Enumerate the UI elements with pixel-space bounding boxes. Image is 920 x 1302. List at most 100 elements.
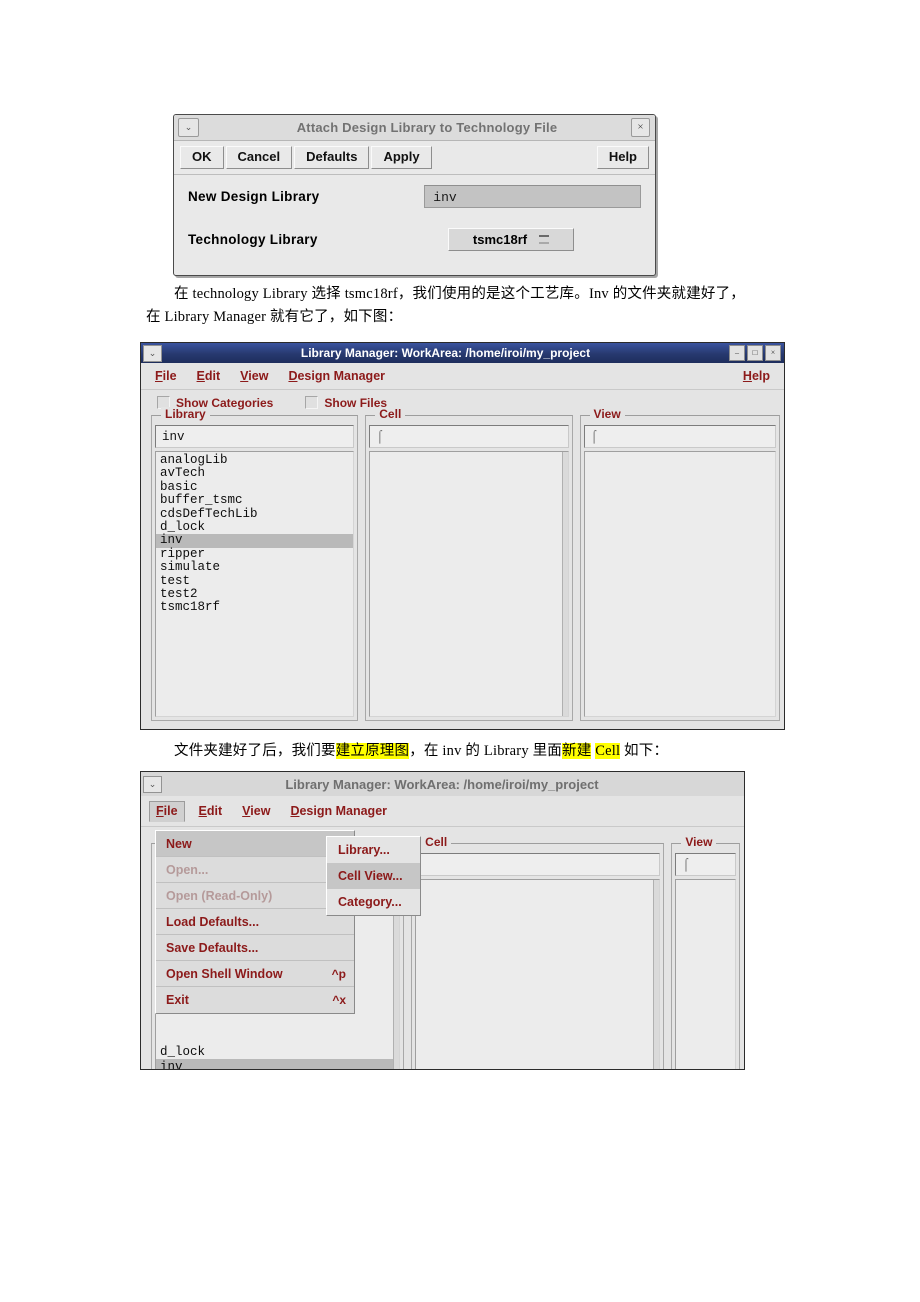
- p2-text-1: 文件夹建好了后，我们要: [174, 743, 336, 759]
- new-submenu[interactable]: Library... Cell View... Category...: [326, 836, 421, 916]
- menu-item-open-shell-window[interactable]: Open Shell Window ^p: [156, 961, 354, 987]
- cell-list[interactable]: [369, 451, 569, 717]
- close-icon[interactable]: ×: [765, 345, 781, 361]
- window-menu-icon[interactable]: ⌄: [143, 775, 162, 793]
- p2-text-2: ，在 inv 的 Library 里面: [409, 743, 563, 759]
- submenu-item-cell-view[interactable]: Cell View...: [327, 863, 420, 889]
- cell-pane-2: Cell: [411, 835, 665, 1069]
- chevron-down-icon: [539, 235, 550, 244]
- cell-list-2-scrollbar[interactable]: [653, 880, 660, 1069]
- list-item[interactable]: analogLib: [156, 453, 353, 467]
- menu-view[interactable]: View: [242, 804, 270, 818]
- view-pane: View ⌠: [579, 407, 781, 721]
- file-menu-dropdown[interactable]: New Open... ^o Open (Read-Only) ^y Load …: [155, 830, 355, 1014]
- menu-item-exit[interactable]: Exit ^x: [156, 987, 354, 1013]
- text-caret-icon: ⌠: [590, 429, 598, 444]
- dialog-title: Attach Design Library to Technology File: [296, 120, 558, 135]
- view-filter-input-2[interactable]: ⌠: [675, 853, 736, 876]
- window-controls: – □ ×: [729, 345, 781, 361]
- menu-item-open-label: Open...: [166, 862, 209, 877]
- menu-item-open[interactable]: Open... ^o: [156, 857, 354, 883]
- help-button[interactable]: Help: [596, 145, 649, 170]
- submenu-item-category[interactable]: Category...: [327, 889, 420, 915]
- menu-design-manager[interactable]: Design Manager: [288, 369, 385, 383]
- dialog-button-bar: OK Cancel Defaults Apply Help: [174, 141, 655, 175]
- menubar-2: File Edit View Design Manager: [141, 796, 744, 827]
- library-manager-titlebar: ⌄ Library Manager: WorkArea: /home/iroi/…: [141, 343, 784, 363]
- list-item[interactable]: d_lock: [156, 520, 353, 534]
- technology-library-row: Technology Library tsmc18rf: [174, 218, 655, 261]
- attach-design-library-dialog: ⌄ Attach Design Library to Technology Fi…: [173, 114, 656, 276]
- cell-filter-input-2[interactable]: [415, 853, 661, 876]
- menu-help[interactable]: Help: [743, 369, 770, 383]
- view-list-2[interactable]: [675, 879, 736, 1069]
- library-manager-window-2: ⌄ Library Manager: WorkArea: /home/iroi/…: [140, 771, 745, 1070]
- menu-item-open-read-only[interactable]: Open (Read-Only) ^y: [156, 883, 354, 909]
- menu-item-save-defaults-label: Save Defaults...: [166, 940, 259, 955]
- window-menu-icon[interactable]: ⌄: [143, 344, 162, 362]
- close-icon[interactable]: ×: [631, 118, 650, 137]
- p2-highlight-2: 新建: [562, 743, 592, 759]
- menu-design-manager[interactable]: Design Manager: [290, 804, 387, 818]
- list-item[interactable]: avTech: [156, 466, 353, 480]
- list-item[interactable]: basic: [156, 480, 353, 494]
- p2-highlight-3: Cell: [595, 743, 621, 759]
- library-manager-2-title: Library Manager: WorkArea: /home/iroi/my…: [285, 776, 599, 792]
- cell-list-2[interactable]: [415, 879, 661, 1069]
- p1-text-a: 在 technology Library 选择 tsmc18rf: [174, 286, 398, 302]
- window-menu-icon[interactable]: ⌄: [178, 118, 199, 137]
- cell-list-scrollbar[interactable]: [561, 452, 568, 716]
- cell-pane-legend: Cell: [375, 407, 406, 421]
- list-item[interactable]: cdsDefTechLib: [156, 507, 353, 521]
- library-pane: Library inv analogLib avTech basic buffe…: [151, 407, 359, 721]
- maximize-icon[interactable]: □: [747, 345, 763, 361]
- show-files-checkbox[interactable]: [305, 396, 319, 409]
- paragraph-2-line: 文件夹建好了后，我们要建立原理图，在 inv 的 Library 里面新建 Ce…: [146, 740, 806, 763]
- view-list[interactable]: [583, 451, 777, 717]
- list-item[interactable]: buffer_tsmc: [156, 493, 353, 507]
- menu-item-exit-label: Exit: [166, 993, 189, 1007]
- list-item[interactable]: test2: [156, 587, 353, 601]
- paragraph-2: 文件夹建好了后，我们要建立原理图，在 inv 的 Library 里面新建 Ce…: [146, 740, 806, 763]
- menu-edit[interactable]: Edit: [197, 369, 221, 383]
- menu-item-exit-accel: ^x: [332, 993, 346, 1007]
- library-list[interactable]: analogLib avTech basic buffer_tsmc cdsDe…: [155, 451, 355, 717]
- menubar: File Edit View Design Manager Help: [141, 363, 784, 390]
- list-item-selected[interactable]: inv: [156, 534, 354, 548]
- menu-file[interactable]: File: [155, 369, 177, 383]
- library-filter-input[interactable]: inv: [155, 425, 355, 448]
- list-item[interactable]: ripper: [156, 547, 353, 561]
- browser-panes: Library inv analogLib avTech basic buffe…: [141, 407, 784, 721]
- library-pane-legend: Library: [161, 407, 210, 421]
- view-filter-input[interactable]: ⌠: [583, 425, 777, 448]
- new-design-library-input[interactable]: inv: [424, 185, 641, 208]
- menu-item-load-defaults-label: Load Defaults...: [166, 914, 260, 929]
- list-item[interactable]: tsmc18rf: [156, 601, 353, 615]
- technology-library-dropdown[interactable]: tsmc18rf: [448, 228, 574, 251]
- new-design-library-label: New Design Library: [188, 189, 320, 204]
- list-item[interactable]: d_lock: [156, 1045, 399, 1059]
- cancel-button[interactable]: Cancel: [225, 145, 293, 170]
- ok-button[interactable]: OK: [180, 145, 224, 170]
- menu-item-new[interactable]: New: [156, 831, 354, 857]
- cell-filter-input[interactable]: ⌠: [369, 425, 569, 448]
- technology-library-value: tsmc18rf: [472, 232, 528, 247]
- menu-edit[interactable]: Edit: [199, 804, 223, 818]
- defaults-button[interactable]: Defaults: [294, 145, 370, 170]
- menu-item-load-defaults[interactable]: Load Defaults...: [156, 909, 354, 935]
- apply-button[interactable]: Apply: [371, 145, 432, 170]
- list-item[interactable]: test: [156, 574, 353, 588]
- paragraph-1-line-1: 在 technology Library 选择 tsmc18rf，我们使用的是这…: [146, 283, 786, 306]
- new-design-library-row: New Design Library inv: [174, 175, 655, 218]
- menu-file[interactable]: File: [149, 800, 185, 822]
- menu-item-save-defaults[interactable]: Save Defaults...: [156, 935, 354, 961]
- view-pane-2: View ⌠: [671, 835, 740, 1069]
- menu-view[interactable]: View: [240, 369, 268, 383]
- list-item-selected[interactable]: inv: [156, 1059, 400, 1069]
- submenu-item-library[interactable]: Library...: [327, 837, 420, 863]
- minimize-icon[interactable]: –: [729, 345, 745, 361]
- paragraph-1-line-2: 在 Library Manager 就有它了，如下图：: [146, 309, 403, 325]
- list-item[interactable]: simulate: [156, 560, 353, 574]
- display-options-row: Show Categories Show Files: [141, 390, 784, 415]
- view-pane-2-legend: View: [681, 835, 717, 849]
